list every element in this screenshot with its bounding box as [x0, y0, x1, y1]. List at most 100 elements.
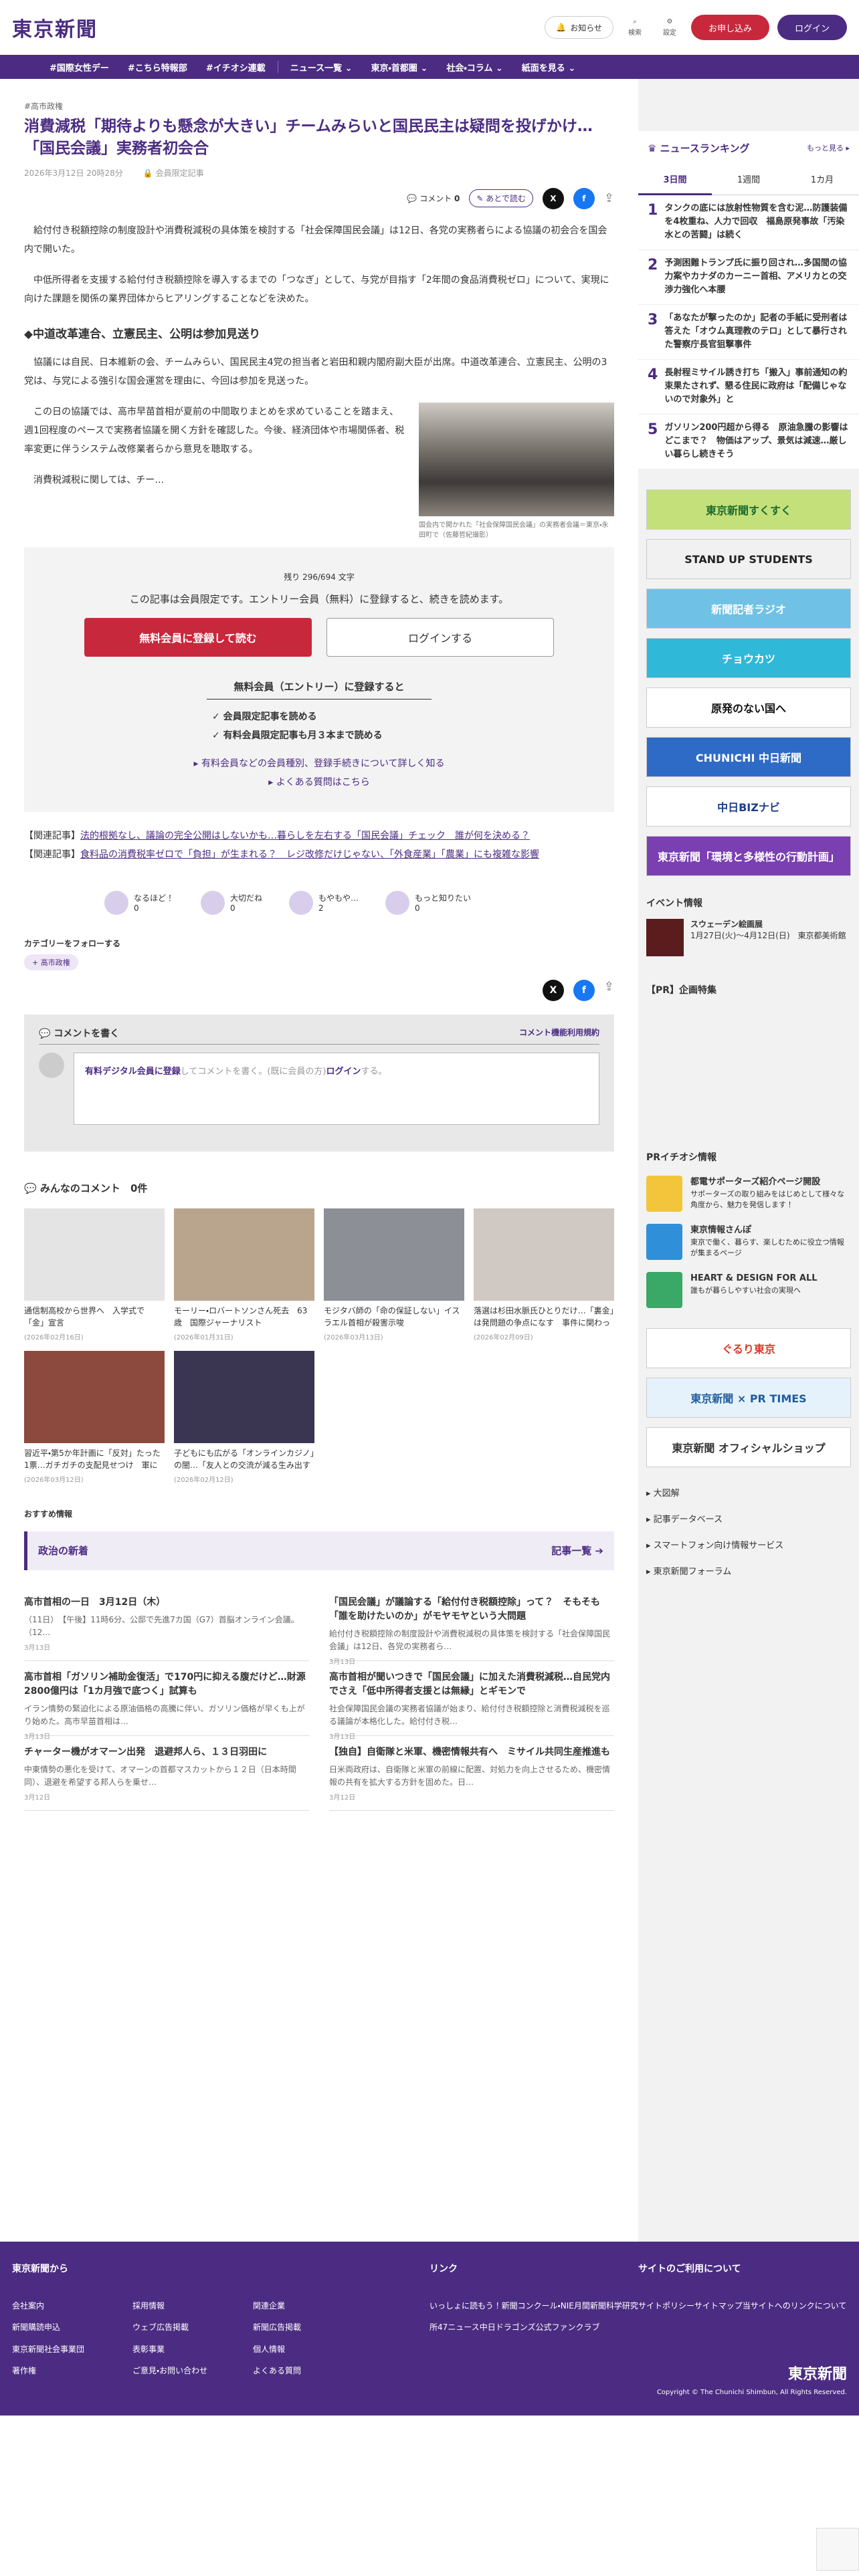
comment-card[interactable]: 通信制高校から世界へ 入学式で「金」宣言 (2026年02月16日) [24, 1208, 165, 1341]
footer-link[interactable]: いっしょに読もう！新聞コンクール・NIE月間 [430, 2301, 590, 2311]
tab-3days[interactable]: 3日間 [638, 165, 712, 195]
politics-item[interactable]: 【独自】自衛隊と米軍、機密情報共有へ ミサイル共同生産推進も 日米両政府は、自衛隊… [329, 1736, 614, 1811]
comment-rules-link[interactable]: コメント機能利用規約 [519, 1027, 599, 1040]
footer-link[interactable]: 新聞広告掲載 [253, 2317, 373, 2338]
read-later-button[interactable]: ✎ あとで読む [469, 189, 533, 208]
footer-link[interactable]: 個人情報 [253, 2339, 373, 2360]
reaction-button[interactable]: もっと知りたい 0 [385, 890, 471, 915]
comment-register-link[interactable]: 有料デジタル会員に登録 [85, 1067, 181, 1077]
politics-more-link[interactable]: 記事一覧 ➔ [551, 1543, 603, 1558]
nav-item[interactable]: 東京・首都圏 ⌄ [362, 61, 438, 74]
politics-item[interactable]: 高市首相「ガソリン補助金復活」で170円に抑える腹だけど…財源2800億円は「1… [24, 1661, 309, 1741]
ranking-item[interactable]: 2 予測困難トランプ氏に振り回され…多国間の協力案やカナダのカーニー首相、アメリカ… [638, 250, 859, 305]
footer-link[interactable]: 著作権 [12, 2360, 132, 2381]
nav-item[interactable]: 紙面を見る ⌄ [512, 61, 585, 74]
x-share-icon[interactable]: X [542, 979, 564, 1001]
notifications-button[interactable]: 🔔 お知らせ [545, 16, 613, 39]
facebook-share-icon[interactable]: f [573, 187, 595, 209]
reaction-button[interactable]: なるほど！ 0 [104, 890, 174, 915]
banner-1[interactable]: ぐるり東京 [646, 1328, 851, 1368]
reaction-button[interactable]: もやもや… 2 [289, 890, 359, 915]
follow-tag-button[interactable]: + 高市政権 [24, 954, 78, 970]
register-button[interactable]: 無料会員に登録して読む [84, 617, 312, 657]
footer-logo[interactable]: 東京新聞 [788, 2362, 847, 2383]
comment-card[interactable]: モジタバ師の「命の保証しない」イスラエル首相が殺害示唆 (2026年03月13日) [324, 1208, 464, 1341]
ranking-item[interactable]: 4 長射程ミサイル誘き打ち「搬入」事前通知の約束果たされず、懇る住民に政府は「配備… [638, 360, 859, 415]
politics-item[interactable]: チャーター機がオマーン出発 退避邦人ら、１３日羽田に 中東情勢の悪化を受けて、オマ… [24, 1736, 309, 1811]
banner-8[interactable]: 東京新聞「環境と多様性の行動計画」 [646, 836, 851, 876]
nav-item[interactable]: #国際女性デー [40, 61, 118, 74]
footer-link[interactable]: 関連企業 [253, 2295, 373, 2317]
side-link[interactable]: ▸ スマートフォン向け情報サービス [646, 1533, 851, 1559]
membership-details-link[interactable]: ▸ 有料会員などの会員種別、登録手続きについて詳しく知る [193, 758, 444, 769]
nav-item[interactable]: #こちら特報部 [118, 61, 197, 74]
tab-1month[interactable]: 1カ月 [785, 165, 859, 195]
footer-link[interactable]: ウェブ広告掲載 [132, 2317, 253, 2338]
faq-link[interactable]: ▸ よくある質問はこちら [268, 777, 369, 788]
banner-4[interactable]: チョウカツ [646, 638, 851, 678]
footer-link[interactable]: 新聞購読申込 [12, 2317, 132, 2338]
footer-link[interactable]: よくある質問 [253, 2360, 373, 2381]
footer-link[interactable]: 採用情報 [132, 2295, 253, 2317]
politics-item[interactable]: 高市首相の一日 3月12日（木） （11日） 【午後】11時6分、公邸で先進7カ国… [24, 1586, 309, 1661]
comment-input[interactable]: 有料デジタル会員に登録してコメントを書く。(既に会員の方)ログインする。 [74, 1052, 599, 1125]
comments-link[interactable]: 💬 コメント 0 [407, 193, 460, 204]
politics-item[interactable]: 「国民会議」が議論する「給付付き税額控除」って？ そもそも「誰を助けたいのか」が… [329, 1586, 614, 1666]
side-link[interactable]: ▸ 大図解 [646, 1481, 851, 1507]
banner-7[interactable]: 中日BIZナビ [646, 786, 851, 827]
footer-link[interactable]: 表彰事業 [132, 2339, 253, 2360]
comment-card[interactable]: 落選は杉田水脈氏ひとりだけ…「裏金」は発問題の争点になす 事件に関わった公認候補… [474, 1208, 614, 1341]
banner-5[interactable]: 原発のない国へ [646, 687, 851, 728]
footer-link[interactable]: サイトポリシー [638, 2301, 694, 2311]
ranking-more-link[interactable]: もっと見る ▸ [807, 142, 850, 153]
event-item[interactable]: スウェーデン絵画展 1月27日(火)〜4月12日(日) 東京都美術館 [646, 919, 851, 956]
ranking-item[interactable]: 5 ガソリン200円超から得る 原油急騰の影響はどこまで？ 物価はアップ、景気は減… [638, 415, 859, 469]
banner-6[interactable]: CHUNICHI 中日新聞 [646, 737, 851, 777]
pr-item[interactable]: HEART & DESIGN FOR ALL 誰もが暮らしやすい社会の実現へ [646, 1272, 851, 1308]
settings-button[interactable]: ⚙ 設定 [656, 18, 683, 37]
banner-2[interactable]: 東京新聞 × PR TIMES [646, 1378, 851, 1418]
subscribe-button[interactable]: お申し込み [690, 15, 769, 40]
article-tag[interactable]: #高市政権 [24, 100, 63, 112]
login-button[interactable]: ログイン [777, 15, 847, 40]
nav-item[interactable]: 社会・コラム ⌄ [437, 61, 512, 74]
comment-card[interactable]: 子どもにも広がる「オンラインカジノ」の闇…「友人との交流が減る生み出す悪循環」専… [174, 1350, 314, 1484]
search-button[interactable]: ⌕ 検索 [622, 18, 648, 37]
comment-login-link[interactable]: ログイン [326, 1067, 361, 1077]
ranking-item[interactable]: 1 タンクの底には放射性物質を含む泥…防護装備を4枚重ね、人力で回収 福島原発事故… [638, 195, 859, 250]
banner-3[interactable]: 新聞記者ラジオ [646, 588, 851, 629]
facebook-share-icon[interactable]: f [573, 979, 595, 1001]
footer-link[interactable]: ご意見・お問い合わせ [132, 2360, 253, 2381]
reaction-button[interactable]: 大切だね 0 [201, 890, 262, 915]
recaptcha-badge[interactable] [816, 2528, 859, 2571]
footer-link[interactable]: サイトマップ [694, 2301, 743, 2311]
pr-item[interactable]: 都電サポーターズ紹介ページ開設 サポーターズの取り組みをはじめとして様々な角度から… [646, 1176, 851, 1212]
article-photo[interactable]: 国会内で開かれた「社会保障国民会議」の実務者会議＝東京・永田町で（佐藤哲紀撮影） [419, 402, 614, 540]
share-icon[interactable]: ⇪ [604, 980, 614, 1001]
share-icon[interactable]: ⇪ [604, 191, 614, 205]
banner-3[interactable]: 東京新聞 オフィシャルショップ [646, 1427, 851, 1467]
x-share-icon[interactable]: X [542, 187, 564, 209]
footer-link[interactable]: 東京新聞社会事業団 [12, 2339, 132, 2360]
banner-2[interactable]: STAND UP STUDENTS [646, 539, 851, 579]
related-link[interactable]: 法的根拠なし、議論の完全公開はしないかも…暮らしを左右する「国民会議」チェック … [80, 831, 530, 841]
comment-card[interactable]: モーリー・ロバートソンさん死去 63歳 国際ジャーナリスト (2026年01月31… [174, 1208, 314, 1341]
nav-item[interactable]: ニュース一覧 ⌄ [281, 61, 362, 74]
footer-link[interactable]: 当サイトへのリンクについて [743, 2301, 847, 2311]
nav-item[interactable]: #イチオシ連載 [197, 61, 275, 74]
ranking-item[interactable]: 3 「あなたが撃ったのか」記者の手紙に受刑者は答えた「オウム真理教のテロ」として暴… [638, 305, 859, 360]
related-link[interactable]: 食料品の消費税率ゼロで「負担」が生まれる？ レジ改修だけじゃない、「外食産業」「… [80, 849, 539, 860]
pr-item[interactable]: 東京情報さんぽ 東京で働く、暮らす、楽しむために役立つ情報が集まるページ [646, 1224, 851, 1260]
side-link[interactable]: ▸ 記事データベース [646, 1507, 851, 1533]
side-link[interactable]: ▸ 東京新聞フォーラム [646, 1559, 851, 1585]
card-thumbnail [174, 1350, 314, 1443]
footer-link[interactable]: 47ニュース [438, 2323, 480, 2332]
comment-card[interactable]: 習近平・第5か年計画に「反対」たった1票…ガチガチの支配見せつけ 軍にも「絶対服… [24, 1350, 165, 1484]
footer-link[interactable]: 中日ドラゴンズ公式ファンクラブ [480, 2323, 600, 2332]
site-logo[interactable]: 東京新聞 [12, 13, 98, 42]
tab-1week[interactable]: 1週間 [712, 165, 785, 195]
footer-link[interactable]: 会社案内 [12, 2295, 132, 2317]
banner-1[interactable]: 東京新聞すくすく [646, 490, 851, 530]
paywall-login-button[interactable]: ログインする [326, 617, 554, 657]
politics-item[interactable]: 高市首相が聞いつきで「国民会議」に加えた消費税減税…自民党内でさえ「低中所得者支… [329, 1661, 614, 1741]
